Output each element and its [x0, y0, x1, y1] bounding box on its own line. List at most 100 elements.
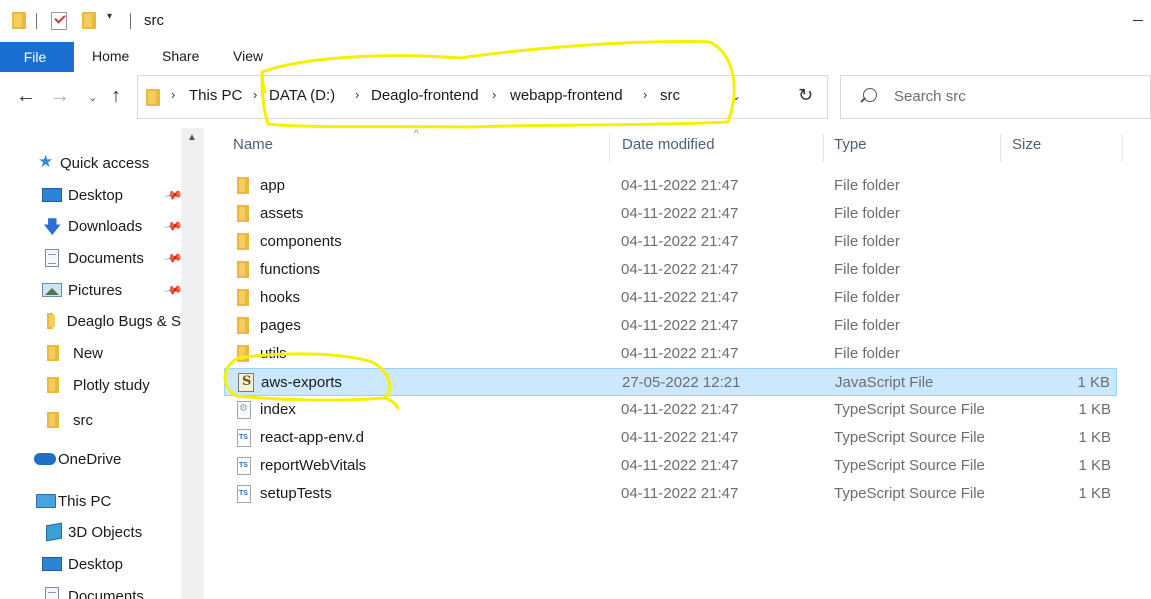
sidebar-item-downloads[interactable]: Downloads — [42, 213, 142, 245]
downloads-icon — [42, 215, 62, 245]
file-row-assets[interactable]: assets 04-11-2022 21:47 File folder — [224, 200, 1117, 228]
file-row-hooks[interactable]: hooks 04-11-2022 21:47 File folder — [224, 284, 1117, 312]
breadcrumb-separator[interactable]: › — [171, 87, 175, 102]
new-folder-icon[interactable] — [82, 12, 96, 29]
tab-share[interactable]: Share — [162, 48, 199, 64]
breadcrumb-deaglo-frontend[interactable]: Deaglo-frontend — [371, 87, 479, 104]
sidebar-item-deaglo-bugs[interactable]: Deaglo Bugs & S — [47, 308, 181, 334]
back-button[interactable]: ← — [16, 85, 36, 108]
address-dropdown-icon[interactable]: ⌄ — [731, 89, 741, 103]
pc-icon — [36, 494, 56, 508]
customize-toolbar-icon[interactable]: ▾ — [107, 11, 112, 22]
star-icon — [38, 152, 58, 172]
file-row-report-web-vitals[interactable]: reportWebVitals 04-11-2022 21:47 TypeScr… — [224, 452, 1117, 480]
sidebar-item-this-pc[interactable]: This PC — [36, 488, 111, 514]
folder-icon — [47, 313, 55, 329]
folder-icon — [237, 177, 249, 194]
tab-home[interactable]: Home — [92, 48, 129, 64]
sort-ascending-icon: ^ — [414, 129, 419, 140]
sidebar-item-new[interactable]: New — [47, 340, 103, 366]
folder-icon — [12, 12, 26, 29]
folder-icon — [47, 345, 59, 361]
column-divider[interactable] — [1000, 134, 1001, 162]
documents-icon — [45, 249, 59, 267]
folder-icon — [146, 89, 160, 106]
cloud-icon — [34, 453, 56, 465]
properties-icon[interactable] — [51, 12, 67, 30]
recent-locations-button[interactable]: ⌄ — [88, 91, 97, 104]
sidebar-item-onedrive[interactable]: OneDrive — [34, 446, 121, 472]
refresh-icon[interactable]: ↻ — [798, 85, 813, 106]
sidebar-item-pictures[interactable]: Pictures — [42, 277, 122, 303]
column-divider[interactable] — [609, 134, 610, 162]
file-row-react-app-env[interactable]: react-app-env.d 04-11-2022 21:47 TypeScr… — [224, 424, 1117, 452]
javascript-file-icon — [238, 373, 254, 392]
file-list: ^ Name Date modified Type Size app 04-11… — [204, 128, 1151, 599]
tab-file[interactable]: File — [0, 42, 74, 72]
folder-icon — [47, 377, 59, 393]
typescript-file-icon — [237, 429, 251, 447]
cube-icon — [46, 522, 62, 542]
minimize-button[interactable] — [1133, 20, 1143, 21]
desktop-icon — [42, 188, 62, 202]
column-header-type[interactable]: Type — [834, 136, 867, 153]
folder-icon — [237, 261, 249, 278]
breadcrumb-data-drive[interactable]: DATA (D:) — [269, 87, 335, 104]
folder-icon — [237, 289, 249, 306]
title-bar: ▾ src — [0, 0, 1151, 42]
column-divider[interactable] — [823, 134, 824, 162]
file-row-app[interactable]: app 04-11-2022 21:47 File folder — [224, 172, 1117, 200]
ribbon-tabs: File Home Share View — [0, 42, 1151, 72]
folder-icon — [237, 345, 249, 362]
toolbar-separator — [36, 13, 37, 29]
typescript-file-icon — [237, 457, 251, 475]
sidebar-item-desktop[interactable]: Desktop — [42, 182, 123, 208]
breadcrumb-separator[interactable]: › — [492, 87, 496, 102]
file-row-utils[interactable]: utils 04-11-2022 21:47 File folder — [224, 340, 1117, 368]
file-row-components[interactable]: components 04-11-2022 21:47 File folder — [224, 228, 1117, 256]
folder-icon — [237, 233, 249, 250]
breadcrumb-webapp-frontend[interactable]: webapp-frontend — [510, 87, 623, 104]
folder-icon — [237, 317, 249, 334]
file-row-pages[interactable]: pages 04-11-2022 21:47 File folder — [224, 312, 1117, 340]
breadcrumb-separator[interactable]: › — [253, 87, 257, 102]
sidebar-item-documents[interactable]: Documents — [45, 245, 144, 271]
file-row-setup-tests[interactable]: setupTests 04-11-2022 21:47 TypeScript S… — [224, 480, 1117, 508]
toolbar-separator — [130, 13, 131, 29]
sidebar-item-3d-objects[interactable]: 3D Objects — [46, 519, 142, 545]
search-input[interactable]: Search src — [840, 75, 1151, 119]
column-divider[interactable] — [1122, 134, 1123, 162]
search-placeholder: Search src — [894, 88, 966, 105]
column-header-name[interactable]: Name — [233, 136, 273, 153]
up-button[interactable]: ↑ — [111, 85, 121, 108]
breadcrumb-this-pc[interactable]: This PC — [189, 87, 242, 104]
forward-button[interactable]: → — [50, 85, 70, 108]
sidebar-item-desktop-pc[interactable]: Desktop — [42, 551, 123, 577]
navigation-bar: ← → ⌄ ↑ › This PC › DATA (D:) › Deaglo-f… — [0, 75, 1151, 121]
typescript-file-icon — [237, 485, 251, 503]
sidebar-item-documents-pc[interactable]: Documents — [45, 583, 144, 599]
file-row-aws-exports[interactable]: aws-exports 27-05-2022 12:21 JavaScript … — [224, 368, 1117, 396]
sidebar-item-plotly-study[interactable]: Plotly study — [47, 372, 150, 398]
window-title: src — [144, 12, 164, 29]
column-header-size[interactable]: Size — [1012, 136, 1041, 153]
documents-icon — [45, 587, 59, 599]
file-row-functions[interactable]: functions 04-11-2022 21:47 File folder — [224, 256, 1117, 284]
navigation-pane: Quick access Desktop 📌 Downloads 📌 Docum… — [0, 128, 204, 599]
scroll-up-icon[interactable]: ▲ — [187, 132, 197, 143]
breadcrumb-separator[interactable]: › — [643, 87, 647, 102]
folder-icon — [47, 412, 59, 428]
tab-view[interactable]: View — [233, 48, 263, 64]
breadcrumb-separator[interactable]: › — [355, 87, 359, 102]
sidebar-item-quick-access[interactable]: Quick access — [38, 150, 149, 176]
sidebar-scrollbar[interactable]: ▲ — [181, 128, 204, 599]
column-header-date[interactable]: Date modified — [622, 136, 715, 153]
desktop-icon — [42, 557, 62, 571]
sidebar-item-src[interactable]: src — [47, 407, 93, 433]
pictures-icon — [42, 283, 62, 297]
folder-icon — [237, 205, 249, 222]
file-row-index[interactable]: index 04-11-2022 21:47 TypeScript Source… — [224, 396, 1117, 424]
settings-file-icon — [237, 401, 251, 419]
breadcrumb-src[interactable]: src — [660, 87, 680, 104]
address-bar[interactable]: › This PC › DATA (D:) › Deaglo-frontend … — [137, 75, 828, 119]
